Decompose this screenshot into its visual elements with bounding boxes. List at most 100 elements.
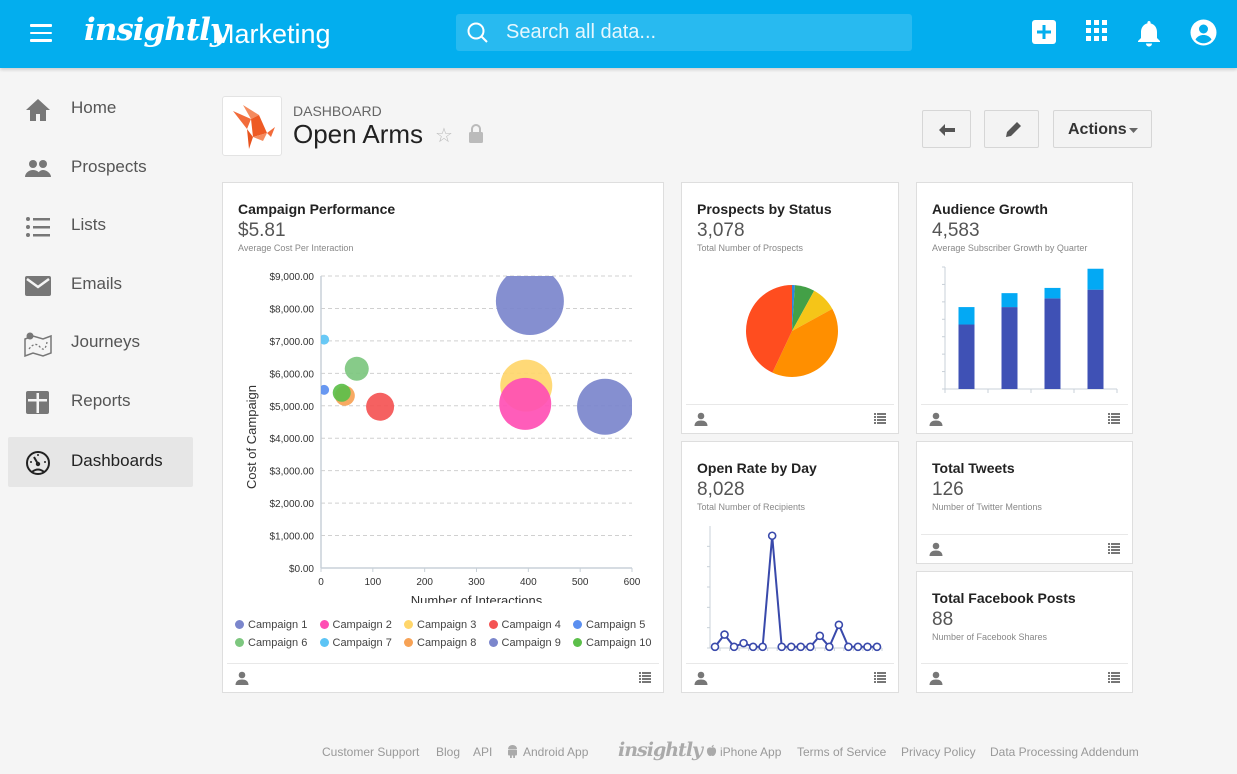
x-tick-label: 500 (572, 577, 589, 588)
lock-icon[interactable] (468, 124, 484, 149)
legend-item[interactable]: Campaign 5 (573, 619, 645, 631)
legend-label: Campaign 3 (417, 619, 477, 631)
legend-item[interactable]: Campaign 2 (319, 619, 392, 631)
card-footer (921, 404, 1128, 433)
owner-user-icon[interactable] (235, 671, 249, 685)
card-title: Prospects by Status (697, 201, 832, 217)
owner-user-icon[interactable] (694, 671, 708, 685)
footer-link-terms-of-service[interactable]: Terms of Service (797, 745, 886, 759)
legend-item[interactable]: Campaign 1 (235, 619, 307, 631)
bubble-campaign-10 (332, 383, 351, 402)
line-point (805, 642, 815, 652)
add-icon[interactable] (1031, 19, 1059, 47)
sidebar-item-emails[interactable]: Emails (8, 260, 193, 310)
bubble-campaign-6 (344, 356, 369, 381)
line-point (777, 642, 787, 652)
footer-link-privacy-policy[interactable]: Privacy Policy (901, 745, 976, 759)
y-tick-label: $0.00 (289, 564, 314, 575)
footer-link-api[interactable]: API (473, 745, 492, 759)
bell-icon[interactable] (1136, 19, 1164, 47)
menu-icon[interactable] (30, 24, 52, 42)
line-point (796, 642, 806, 652)
x-axis-label: Number of Interactions (411, 593, 543, 603)
footer-insightly-logo: insightly (618, 739, 703, 761)
legend-item[interactable]: Campaign 4 (488, 619, 561, 631)
owner-user-icon[interactable] (929, 542, 943, 556)
favorite-star-icon[interactable]: ☆ (435, 123, 453, 148)
owner-user-icon[interactable] (694, 412, 708, 426)
bar-segment (1044, 298, 1061, 389)
legend-swatch (488, 638, 498, 647)
legend-label: Campaign 2 (332, 619, 392, 631)
footer-link-android-app[interactable]: Android App (523, 745, 588, 759)
dashboard-kicker: DASHBOARD (293, 103, 382, 119)
x-tick-label: 100 (364, 577, 381, 588)
bubble-campaign-4 (366, 392, 395, 421)
x-tick-label: 600 (624, 577, 641, 588)
line-point (729, 642, 739, 652)
search-box[interactable] (456, 14, 912, 51)
line-chart (707, 526, 883, 652)
list-view-icon[interactable] (874, 413, 886, 424)
back-button[interactable] (922, 110, 971, 148)
card-title: Campaign Performance (238, 201, 396, 217)
card-campaign-performance: Campaign Performance $5.81 Average Cost … (222, 182, 664, 693)
card-open-rate-by-day: Open Rate by Day 8,028 Total Number of R… (681, 441, 899, 693)
card-subtitle: Average Cost Per Interaction (238, 243, 354, 253)
line-point (739, 638, 748, 648)
bar-segment (1001, 307, 1018, 389)
list-view-icon[interactable] (1108, 413, 1120, 424)
page-title: Open Arms (293, 119, 424, 149)
list-view-icon[interactable] (1108, 672, 1120, 683)
footer-link-data-processing-addendum[interactable]: Data Processing Addendum (990, 745, 1139, 759)
legend-item[interactable]: Campaign 6 (235, 637, 307, 649)
sidebar-item-label: Journeys (71, 332, 140, 351)
sidebar-item-journeys[interactable]: Journeys (8, 318, 193, 368)
legend-label: Campaign 5 (586, 619, 646, 631)
app-name: Marketing (212, 19, 331, 49)
footer-link-blog[interactable]: Blog (436, 745, 460, 759)
list-view-icon[interactable] (1108, 543, 1120, 554)
edit-button[interactable] (984, 110, 1039, 148)
insightly-logo[interactable]: insightly (84, 12, 228, 48)
sidebar-item-label: Prospects (71, 157, 147, 176)
android-icon (507, 744, 518, 761)
legend-item[interactable]: Campaign 8 (404, 637, 476, 649)
line-point (710, 642, 720, 652)
legend-item[interactable]: Campaign 10 (573, 637, 651, 649)
legend-item[interactable]: Campaign 9 (488, 637, 561, 649)
search-input[interactable] (506, 14, 906, 51)
x-tick-label: 400 (520, 577, 537, 588)
owner-user-icon[interactable] (929, 671, 943, 685)
reply-icon (939, 124, 955, 136)
legend-label: Campaign 10 (586, 637, 652, 649)
legend-item[interactable]: Campaign 3 (404, 619, 476, 631)
user-account-icon[interactable] (1190, 19, 1218, 47)
list-icon (26, 217, 50, 237)
card-title: Audience Growth (932, 201, 1048, 217)
sidebar-item-home[interactable]: Home (8, 84, 193, 134)
owner-user-icon[interactable] (929, 412, 943, 426)
card-subtitle: Average Subscriber Growth by Quarter (932, 243, 1088, 253)
pie-chart[interactable] (682, 273, 898, 403)
caret-down-icon (1129, 128, 1138, 133)
actions-dropdown-button[interactable]: Actions (1053, 110, 1152, 148)
footer-link-iphone-app[interactable]: iPhone App (720, 745, 781, 759)
legend-item[interactable]: Campaign 7 (319, 637, 392, 649)
bubble-campaign-9 (495, 276, 564, 335)
legend-label: Campaign 1 (248, 619, 308, 631)
apple-icon (706, 744, 717, 760)
list-view-icon[interactable] (639, 672, 651, 683)
list-view-icon[interactable] (874, 672, 886, 683)
sidebar-item-reports[interactable]: Reports (8, 377, 193, 427)
footer-link-customer-support[interactable]: Customer Support (322, 745, 419, 759)
sidebar-item-prospects[interactable]: Prospects (8, 143, 193, 193)
sidebar-item-dashboards[interactable]: Dashboards (8, 437, 193, 487)
card-footer (921, 534, 1128, 563)
card-value: 3,078 (697, 220, 745, 241)
line-point (863, 642, 872, 652)
sidebar-item-lists[interactable]: Lists (8, 201, 193, 251)
apps-grid-icon[interactable] (1085, 19, 1113, 47)
reports-icon (26, 391, 49, 414)
legend-label: Campaign 6 (248, 637, 308, 649)
